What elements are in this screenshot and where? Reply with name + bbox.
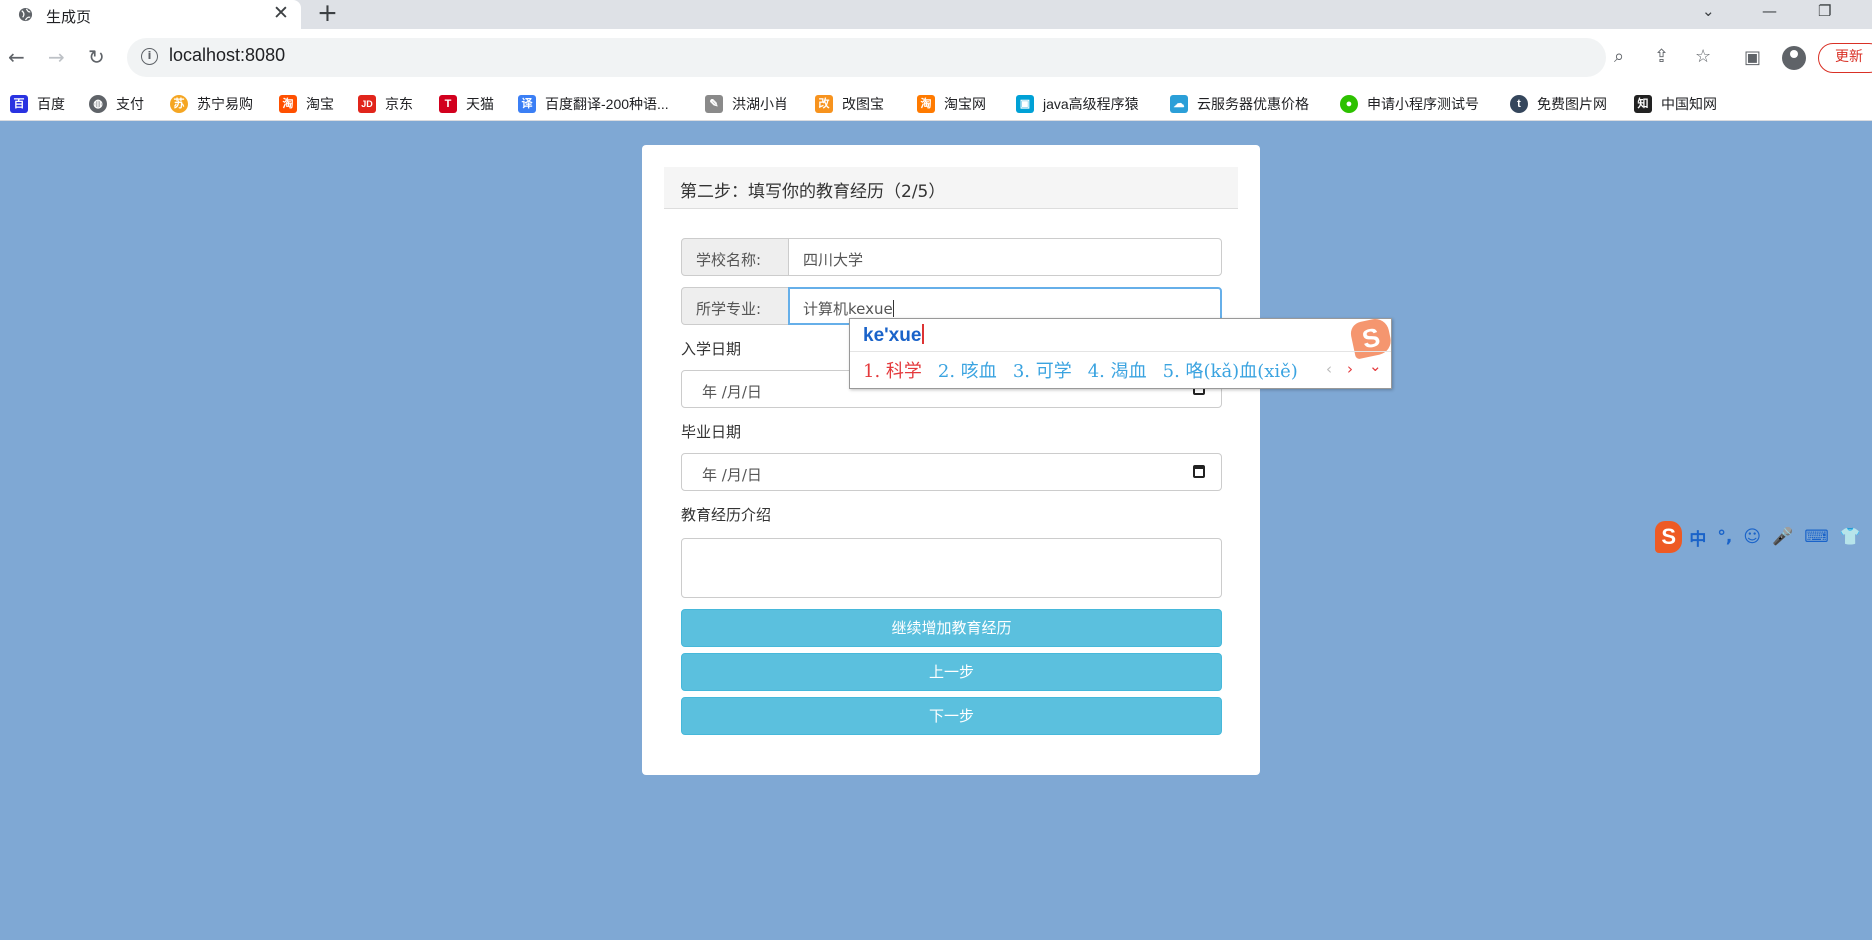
bookmark-item[interactable]: 淘淘宝网 [917,94,986,114]
sogou-logo-icon[interactable]: S [1655,521,1683,553]
bookmark-item[interactable]: 改改图宝 [815,94,884,114]
globe-icon: ◍ [89,95,107,113]
calendar-icon[interactable] [1193,465,1205,478]
emoji-icon[interactable]: ☺ [1743,527,1761,547]
cloud-icon: ☁ [1170,95,1188,113]
sogou-logo-icon: S [1348,316,1394,360]
bookmark-item[interactable]: ☁ 云服务器优惠价格 [1170,94,1309,114]
bookmark-item[interactable]: T 天猫 [439,94,494,114]
site-info-icon[interactable]: i [141,48,158,65]
feather-icon: ✎ [705,95,723,113]
ime-candidate[interactable]: 3. 可学 [1013,357,1072,383]
step-header: 第二步：填写你的教育经历（2/5） [664,167,1238,209]
bookmark-item[interactable]: ▣ java高级程序猿 [1016,94,1139,114]
url-text[interactable]: localhost:8080 [169,45,285,66]
tmall-icon: T [439,95,457,113]
new-tab-button[interactable]: + [317,0,338,27]
bookmark-item[interactable]: t 免费图片网 [1510,94,1607,114]
keyboard-icon[interactable]: ⌨ [1804,527,1829,547]
close-tab-icon[interactable]: ✕ [273,2,289,24]
bookmark-item[interactable]: ◍ 支付 [89,94,144,114]
tumblr-icon: t [1510,95,1528,113]
share-icon[interactable]: ⇪ [1654,46,1669,67]
update-button[interactable]: 更新 [1818,43,1872,73]
ime-caret [922,324,924,344]
baidu-icon: 百 [10,95,28,113]
bookmark-item[interactable]: 译百度翻译-200种语... [518,94,669,114]
bookmark-item[interactable]: 淘淘宝 [279,94,334,114]
school-input[interactable]: 四川大学 [788,238,1222,276]
intro-label: 教育经历介绍 [681,506,772,524]
ime-status-bar: S 中 °, ☺ 🎤 ⌨ 👕 [1655,520,1872,554]
ime-candidate[interactable]: 4. 渴血 [1088,357,1147,383]
bilibili-icon: ▣ [1016,95,1034,113]
end-date-placeholder: 年 /月/日 [702,466,762,484]
major-input-value: 计算机kexue [803,300,893,318]
education-form-card: 第二步：填写你的教育经历（2/5） 学校名称: 四川大学 所学专业: 计算机ke… [642,145,1260,775]
bookmark-item[interactable]: ● 申请小程序测试号 [1340,94,1479,114]
back-icon[interactable]: ← [8,45,25,69]
text-caret [892,300,894,317]
ime-prev-page-icon[interactable]: ‹ [1326,360,1332,378]
tab-title: 生成页 [46,9,92,26]
reload-icon[interactable]: ↻ [88,45,105,69]
bookmarks-bar: 百百度 ◍ 支付 苏苏宁易购 淘淘宝 JD 京东 T 天猫 译百度翻译-200种语..… [0,87,1872,121]
jd-icon: JD [358,95,376,113]
start-date-placeholder: 年 /月/日 [702,383,762,401]
prev-step-button[interactable]: 上一步 [681,653,1222,691]
side-panel-icon[interactable]: ▣ [1744,47,1761,68]
add-education-button[interactable]: 继续增加教育经历 [681,609,1222,647]
ime-candidate[interactable]: 5. 咯(kǎ)血(xiě) [1163,357,1298,383]
gaitubao-icon: 改 [815,95,833,113]
end-date-label: 毕业日期 [681,423,742,441]
ime-pinyin: ke'xue [863,324,924,347]
bookmark-item[interactable]: JD 京东 [358,94,413,114]
bookmark-item[interactable]: 百百度 [10,94,65,114]
school-label: 学校名称: [681,238,789,276]
taobao-icon: 淘 [917,95,935,113]
suning-icon: 苏 [170,95,188,113]
active-tab[interactable]: 生成页 ✕ [0,0,301,29]
forward-icon[interactable]: → [48,45,65,69]
school-input-group: 学校名称: 四川大学 [681,238,1222,276]
zoom-icon[interactable]: ⌕ [1614,46,1624,67]
skin-icon[interactable]: 👕 [1840,527,1861,547]
start-date-label: 入学日期 [681,340,742,358]
tab-strip: 生成页 ✕ + ⌄ — ❐ [0,0,1872,29]
step-title: 第二步：填写你的教育经历（2/5） [680,182,946,202]
ime-candidate-window: ke'xue S 1. 科学 2. 咳血 3. 可学 4. 渴血 5. 咯(kǎ… [849,316,1394,389]
intro-textarea[interactable] [681,538,1222,598]
ime-next-page-icon[interactable]: › [1347,360,1353,378]
ime-candidate[interactable]: 2. 咳血 [938,357,997,383]
profile-avatar[interactable] [1782,46,1806,70]
chinese-mode-icon[interactable]: 中 [1689,525,1706,550]
end-date-input[interactable]: 年 /月/日 [681,453,1222,491]
browser-toolbar: ← → ↻ i localhost:8080 ⌕ ⇪ ☆ ▣ 更新 [0,29,1872,87]
bookmark-star-icon[interactable]: ☆ [1695,46,1711,67]
bookmark-item[interactable]: 知中国知网 [1634,94,1717,114]
ime-separator [850,351,1391,352]
address-bar[interactable]: i localhost:8080 ⌕ ⇪ ☆ [127,38,1711,77]
bookmark-item[interactable]: ✎ 洪湖小肖 [705,94,788,114]
globe-icon [18,7,33,22]
bookmark-item[interactable]: 苏苏宁易购 [170,94,253,114]
major-label: 所学专业: [681,287,789,325]
cnki-icon: 知 [1634,95,1652,113]
restore-icon[interactable]: ❐ [1818,2,1831,20]
ime-candidate[interactable]: 1. 科学 [863,357,922,383]
microphone-icon[interactable]: 🎤 [1772,527,1793,547]
ime-candidate-list: 1. 科学 2. 咳血 3. 可学 4. 渴血 5. 咯(kǎ)血(xiě) [863,357,1314,383]
tab-search-icon[interactable]: ⌄ [1702,2,1715,20]
translate-icon: 译 [518,95,536,113]
taobao-icon: 淘 [279,95,297,113]
ime-expand-icon[interactable]: ⌄ [1369,357,1382,375]
wechat-icon: ● [1340,95,1358,113]
next-step-button[interactable]: 下一步 [681,697,1222,735]
minimize-icon[interactable]: — [1762,2,1777,20]
punctuation-icon[interactable]: °, [1717,527,1732,547]
